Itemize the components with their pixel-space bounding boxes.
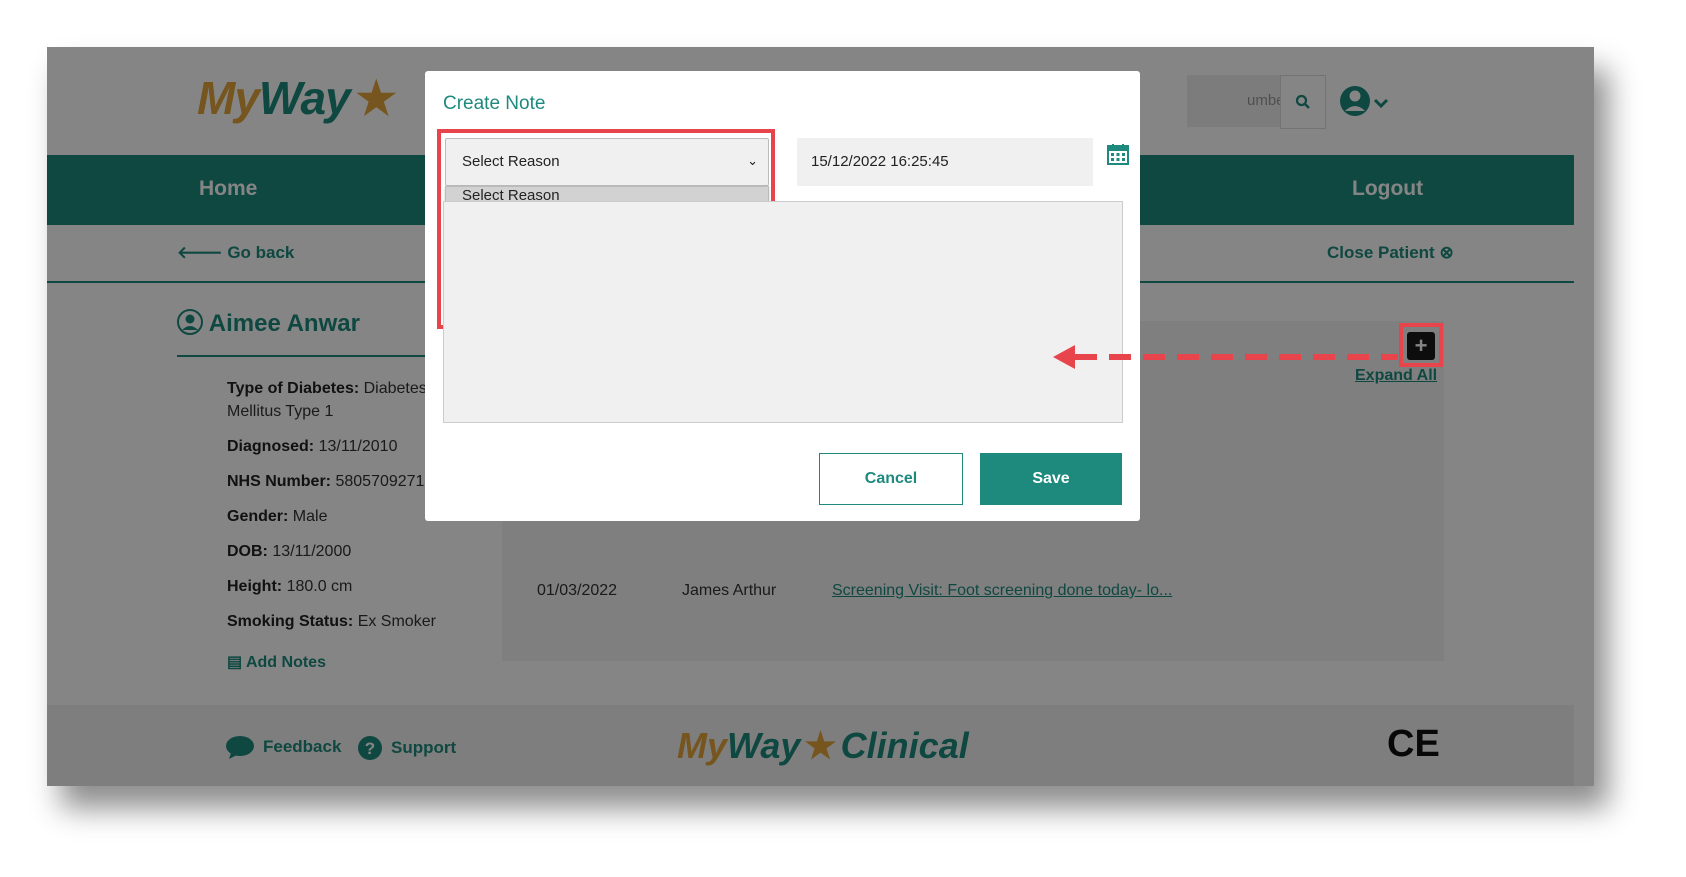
- expand-highlight-box: [1399, 323, 1443, 367]
- note-textarea[interactable]: [443, 201, 1123, 423]
- cancel-button[interactable]: Cancel: [819, 453, 963, 505]
- modal-title: Create Note: [443, 93, 546, 114]
- annotation-arrow-icon: [1053, 345, 1398, 369]
- create-note-modal: Create Note Select Reason ⌄ Select Reaso…: [425, 71, 1140, 521]
- datetime-input[interactable]: 15/12/2022 16:25:45: [797, 138, 1093, 186]
- app-frame: MyWay ★ umber Home Logout 🡐 Go back Close…: [47, 47, 1594, 786]
- calendar-icon[interactable]: [1107, 143, 1129, 165]
- save-button[interactable]: Save: [980, 453, 1122, 505]
